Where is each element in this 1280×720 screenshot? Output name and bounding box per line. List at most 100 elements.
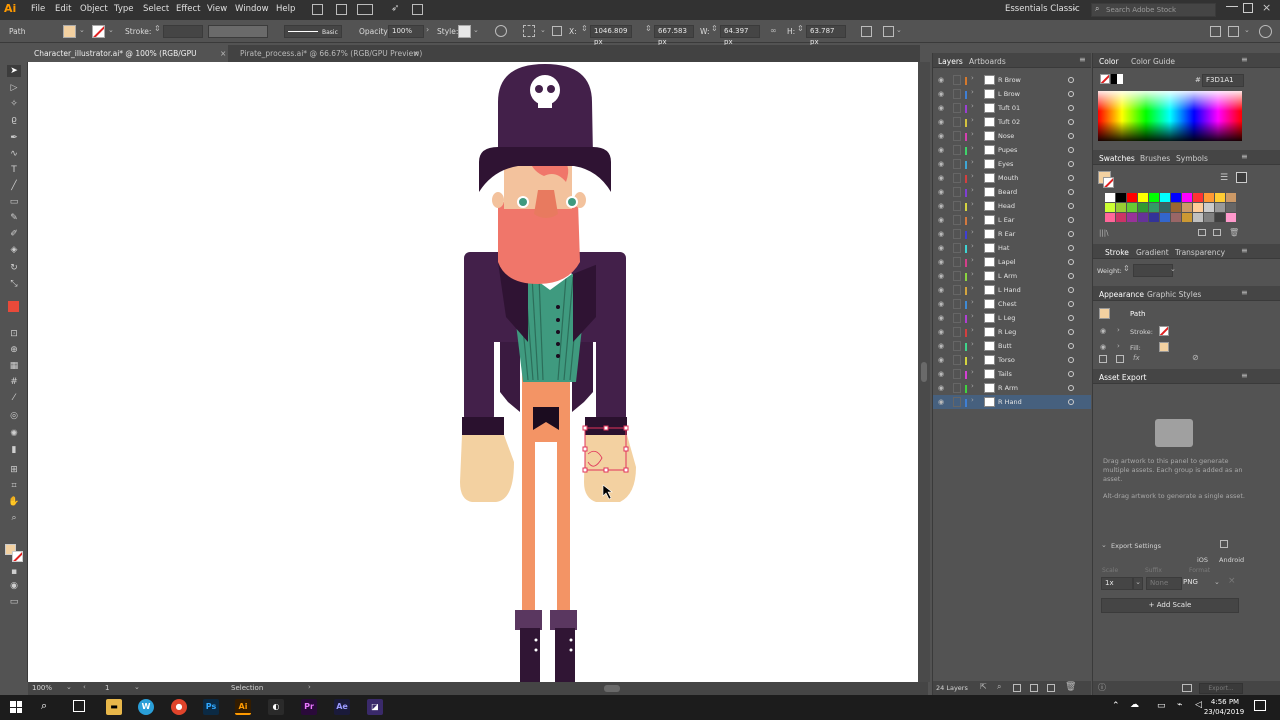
color-swatch[interactable] — [1160, 213, 1170, 222]
align-to-icon[interactable] — [523, 25, 535, 37]
color-spectrum[interactable] — [1098, 91, 1242, 141]
target-icon[interactable] — [1068, 231, 1074, 237]
eye-icon[interactable]: ◉ — [938, 286, 946, 294]
lock-toggle[interactable] — [953, 243, 961, 253]
new-swatch-icon[interactable] — [1213, 229, 1221, 236]
target-icon[interactable] — [1068, 371, 1074, 377]
color-swatch[interactable] — [1171, 213, 1181, 222]
layer-row[interactable]: ◉ › L Ear — [933, 213, 1091, 227]
notifications-icon[interactable] — [1254, 700, 1266, 711]
lock-toggle[interactable] — [953, 89, 961, 99]
tab-stroke[interactable]: Stroke — [1105, 248, 1129, 257]
color-swatch[interactable] — [1138, 193, 1148, 202]
eye-icon[interactable]: ◉ — [938, 132, 946, 140]
menu-effect[interactable]: Effect — [176, 4, 200, 14]
layer-name[interactable]: L Arm — [998, 272, 1017, 280]
lock-toggle[interactable] — [953, 285, 961, 295]
new-layer-icon[interactable] — [1047, 684, 1055, 692]
workspace-switcher[interactable]: Essentials Classic — [1005, 4, 1080, 14]
premiere-icon[interactable]: Pr — [301, 699, 317, 715]
target-icon[interactable] — [1068, 301, 1074, 307]
tab-character-illustrator[interactable]: Character_illustrator.ai* @ 100% (RGB/GP… — [28, 45, 228, 75]
color-swatch[interactable] — [1127, 193, 1137, 202]
artboard-tool-icon[interactable]: ⊞ — [7, 464, 21, 476]
chevron-right-icon[interactable]: › — [971, 354, 974, 362]
layer-name[interactable]: L Ear — [998, 216, 1014, 224]
layer-name[interactable]: Butt — [998, 342, 1012, 350]
eye-icon[interactable]: ◉ — [938, 76, 946, 84]
magic-wand-tool-icon[interactable]: ✧ — [7, 98, 21, 110]
layer-row[interactable]: ◉ › Nose — [933, 129, 1091, 143]
color-swatch[interactable] — [1226, 203, 1236, 212]
layer-row[interactable]: ◉ › Head — [933, 199, 1091, 213]
eye-icon[interactable]: ◉ — [938, 384, 946, 392]
layer-name[interactable]: Lapel — [998, 258, 1016, 266]
tab-symbols[interactable]: Symbols — [1176, 154, 1208, 163]
lock-toggle[interactable] — [953, 159, 961, 169]
color-mode-icon[interactable]: ▪ — [7, 566, 21, 578]
target-icon[interactable] — [1068, 133, 1074, 139]
chevron-down-icon[interactable]: ⌄ — [1133, 577, 1143, 590]
target-icon[interactable] — [1068, 91, 1074, 97]
color-swatch[interactable] — [1204, 193, 1214, 202]
trash-icon[interactable]: 🗑 — [1065, 682, 1076, 692]
eye-icon[interactable]: ◉ — [938, 314, 946, 322]
layer-name[interactable]: R Leg — [998, 328, 1016, 336]
color-swatch[interactable] — [1215, 203, 1225, 212]
color-swatch[interactable] — [1160, 193, 1170, 202]
photoshop-icon[interactable]: Ps — [203, 699, 219, 715]
color-swatch[interactable] — [1127, 213, 1137, 222]
curvature-tool-icon[interactable]: ∿ — [7, 148, 21, 160]
menu-type[interactable]: Type — [114, 4, 134, 14]
export-button[interactable]: Export... — [1199, 683, 1243, 694]
eye-icon[interactable]: ◉ — [938, 244, 946, 252]
lock-toggle[interactable] — [953, 145, 961, 155]
lock-toggle[interactable] — [953, 173, 961, 183]
graphic-style-swatch[interactable] — [458, 25, 471, 38]
target-icon[interactable] — [1068, 161, 1074, 167]
lock-toggle[interactable] — [953, 229, 961, 239]
layer-name[interactable]: Beard — [998, 188, 1017, 196]
eye-icon[interactable]: ◉ — [938, 272, 946, 280]
new-sublayer-icon[interactable] — [1030, 684, 1038, 692]
stroke-weight-input[interactable] — [1133, 264, 1173, 277]
color-swatch[interactable] — [1193, 193, 1203, 202]
free-transform-tool-icon[interactable]: ⊡ — [7, 328, 21, 340]
layer-row[interactable]: ◉ › Lapel — [933, 255, 1091, 269]
fill-swatch[interactable] — [63, 25, 76, 38]
clipping-mask-icon[interactable] — [1013, 684, 1021, 692]
layer-row[interactable]: ◉ › R Hand — [933, 395, 1091, 409]
target-icon[interactable] — [1068, 189, 1074, 195]
lock-toggle[interactable] — [953, 131, 961, 141]
layer-row[interactable]: ◉ › Chest — [933, 297, 1091, 311]
zoom-tool-icon[interactable]: ⌕ — [7, 512, 21, 524]
eyedropper-tool-icon[interactable]: ⁄ — [7, 392, 21, 404]
tab-gradient[interactable]: Gradient — [1136, 248, 1169, 257]
lasso-tool-icon[interactable]: ϱ — [7, 114, 21, 126]
app-icon[interactable]: ◐ — [268, 699, 284, 715]
menu-file[interactable]: File — [31, 4, 45, 14]
lock-toggle[interactable] — [953, 383, 961, 393]
color-swatch[interactable] — [1204, 213, 1214, 222]
arrange-icon[interactable] — [1210, 26, 1221, 37]
chevron-up-icon[interactable]: ⌃ — [1112, 701, 1120, 711]
chevron-down-icon[interactable]: ⌄ — [108, 26, 114, 34]
cloud-icon[interactable]: ☁ — [1130, 700, 1139, 710]
color-swatch[interactable] — [1215, 193, 1225, 202]
color-swatch[interactable] — [1182, 203, 1192, 212]
target-icon[interactable] — [1068, 245, 1074, 251]
pen-tool-icon[interactable]: ✒ — [7, 132, 21, 144]
appearance-stroke-label[interactable]: Stroke: — [1130, 328, 1153, 336]
add-stroke-icon[interactable] — [1099, 355, 1107, 363]
color-swatch[interactable] — [1138, 203, 1148, 212]
layer-name[interactable]: Tuft 01 — [998, 104, 1020, 112]
layer-name[interactable]: L Leg — [998, 314, 1015, 322]
slice-tool-icon[interactable]: ⌗ — [7, 480, 21, 492]
eye-icon[interactable]: ◉ — [938, 398, 946, 406]
lock-toggle[interactable] — [953, 117, 961, 127]
x-position-field[interactable]: 1046.809 px — [590, 25, 632, 46]
add-effect-icon[interactable]: fx — [1133, 354, 1140, 362]
lock-toggle[interactable] — [953, 313, 961, 323]
chevron-right-icon[interactable]: › — [971, 284, 974, 292]
chevron-down-icon[interactable]: ⌄ — [1214, 578, 1220, 586]
